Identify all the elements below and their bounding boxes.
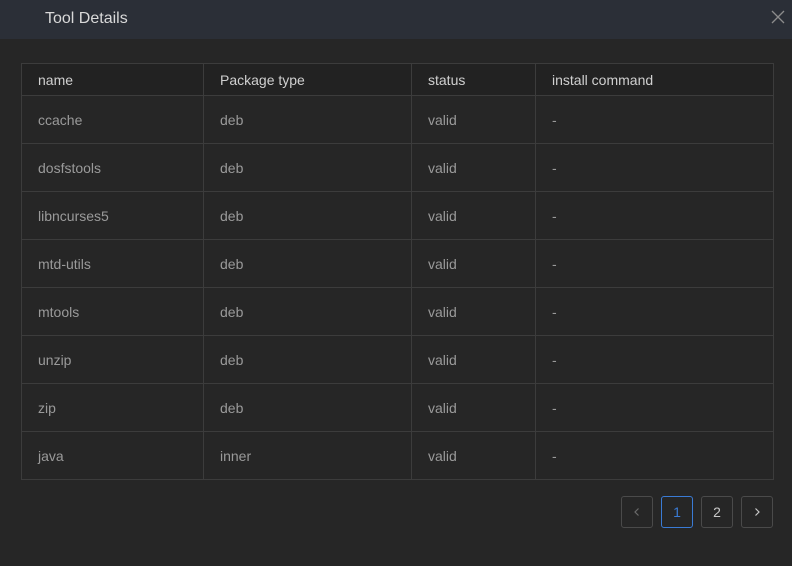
column-header-install-command: install command bbox=[535, 63, 774, 96]
table-row: ccache deb valid - bbox=[21, 95, 774, 144]
cell-package-type: deb bbox=[203, 191, 412, 240]
chevron-left-icon bbox=[632, 507, 642, 517]
cell-name: mtd-utils bbox=[21, 239, 204, 288]
table-row: mtd-utils deb valid - bbox=[21, 239, 774, 288]
pagination-prev-button[interactable] bbox=[621, 496, 653, 528]
cell-package-type: deb bbox=[203, 143, 412, 192]
table-row: libncurses5 deb valid - bbox=[21, 191, 774, 240]
pagination: 1 2 bbox=[621, 496, 773, 528]
chevron-right-icon bbox=[752, 507, 762, 517]
pagination-next-button[interactable] bbox=[741, 496, 773, 528]
table-header-row: name Package type status install command bbox=[21, 63, 774, 96]
pagination-page-1[interactable]: 1 bbox=[661, 496, 693, 528]
cell-package-type: deb bbox=[203, 95, 412, 144]
table-row: zip deb valid - bbox=[21, 383, 774, 432]
cell-status: valid bbox=[411, 287, 536, 336]
cell-name: mtools bbox=[21, 287, 204, 336]
cell-package-type: inner bbox=[203, 431, 412, 480]
cell-install-command: - bbox=[535, 143, 774, 192]
cell-status: valid bbox=[411, 143, 536, 192]
cell-status: valid bbox=[411, 191, 536, 240]
cell-install-command: - bbox=[535, 335, 774, 384]
tools-table-container: name Package type status install command… bbox=[21, 63, 774, 480]
table-row: dosfstools deb valid - bbox=[21, 143, 774, 192]
cell-name: dosfstools bbox=[21, 143, 204, 192]
cell-package-type: deb bbox=[203, 287, 412, 336]
column-header-status: status bbox=[411, 63, 536, 96]
cell-install-command: - bbox=[535, 383, 774, 432]
cell-status: valid bbox=[411, 335, 536, 384]
table-row: java inner valid - bbox=[21, 431, 774, 480]
column-header-name: name bbox=[21, 63, 204, 96]
cell-package-type: deb bbox=[203, 383, 412, 432]
pagination-page-2[interactable]: 2 bbox=[701, 496, 733, 528]
column-header-package-type: Package type bbox=[203, 63, 412, 96]
cell-status: valid bbox=[411, 95, 536, 144]
cell-install-command: - bbox=[535, 191, 774, 240]
tools-table: name Package type status install command… bbox=[21, 63, 774, 480]
dialog-header: Tool Details bbox=[0, 0, 792, 39]
cell-install-command: - bbox=[535, 287, 774, 336]
cell-name: ccache bbox=[21, 95, 204, 144]
cell-name: libncurses5 bbox=[21, 191, 204, 240]
table-row: unzip deb valid - bbox=[21, 335, 774, 384]
dialog-title: Tool Details bbox=[45, 10, 128, 27]
cell-status: valid bbox=[411, 383, 536, 432]
cell-package-type: deb bbox=[203, 335, 412, 384]
close-icon[interactable] bbox=[770, 9, 786, 25]
cell-install-command: - bbox=[535, 431, 774, 480]
cell-status: valid bbox=[411, 239, 536, 288]
cell-install-command: - bbox=[535, 239, 774, 288]
cell-install-command: - bbox=[535, 95, 774, 144]
cell-name: zip bbox=[21, 383, 204, 432]
cell-name: unzip bbox=[21, 335, 204, 384]
cell-package-type: deb bbox=[203, 239, 412, 288]
cell-name: java bbox=[21, 431, 204, 480]
cell-status: valid bbox=[411, 431, 536, 480]
tool-details-dialog: Tool Details name Package type status in… bbox=[0, 0, 792, 566]
table-row: mtools deb valid - bbox=[21, 287, 774, 336]
